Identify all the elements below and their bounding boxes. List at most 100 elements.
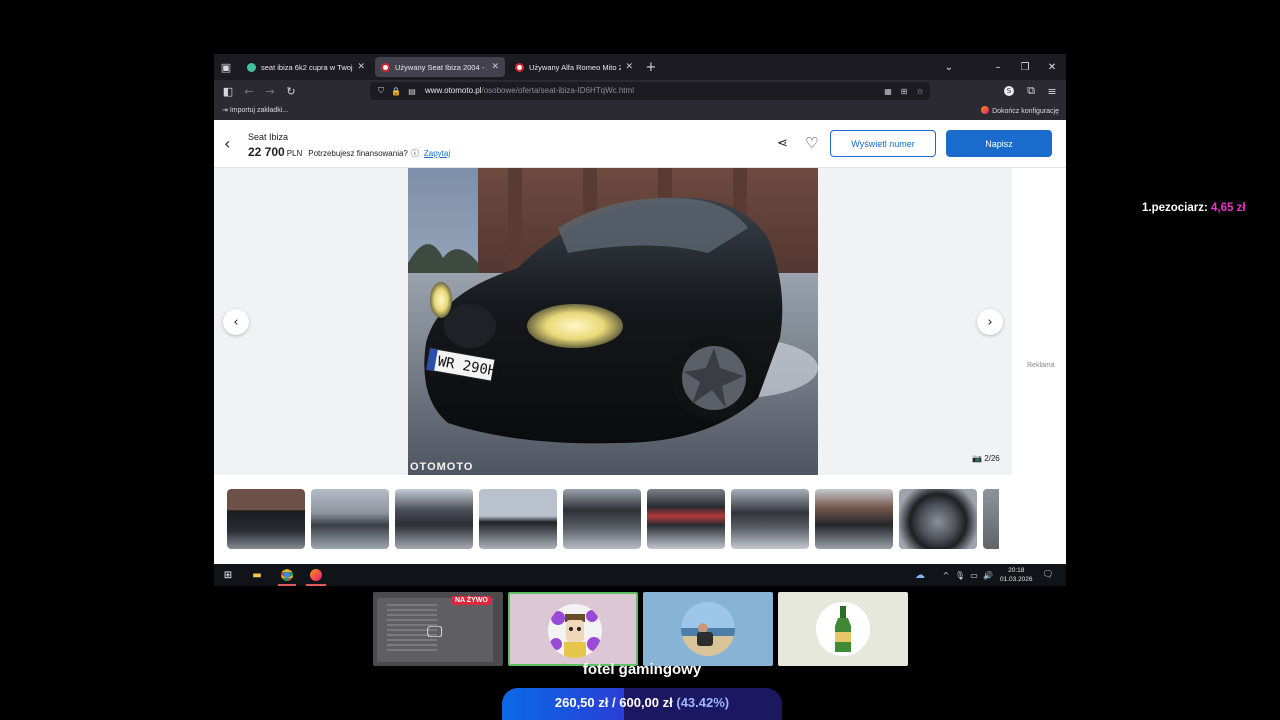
thumbnail[interactable] — [563, 489, 641, 549]
car-photo[interactable]: WR 290HV — [408, 168, 818, 475]
tab-alfa-romeo[interactable]: Używany Alfa Romeo Mito 2008 ✕ — [509, 57, 639, 77]
menu-hamburger-icon[interactable]: ≡ — [1044, 83, 1060, 99]
price-value: 22 700 — [248, 145, 285, 159]
info-icon[interactable]: ⓘ — [411, 149, 419, 158]
extensions-icon[interactable]: ⧉ — [1023, 83, 1039, 99]
shield-icon[interactable]: ⛉ — [375, 85, 387, 97]
browser-window: ▣ seat ibiza 6k2 cupra w Twojej ok ✕ Uży… — [214, 54, 1066, 564]
screen-share-tile: 🖵 NA ŻYWO — [373, 592, 503, 666]
thumbnail[interactable] — [899, 489, 977, 549]
firefox-taskbar-icon[interactable] — [308, 567, 324, 583]
participant-photo-tile — [643, 592, 773, 666]
financing-question: Potrzebujesz finansowania? — [308, 149, 408, 158]
thumbnail[interactable] — [227, 489, 307, 549]
weather-cloud-icon[interactable]: ☁ — [912, 567, 928, 583]
reader-view-icon[interactable]: ▦ — [882, 85, 894, 97]
listing-header: ‹ Seat Ibiza 22 700 PLN Potrzebujesz finan… — [214, 120, 1066, 168]
ad-label: Reklama — [1027, 362, 1055, 369]
thumbnail[interactable] — [479, 489, 557, 549]
tab-seat-search[interactable]: seat ibiza 6k2 cupra w Twojej ok ✕ — [241, 57, 371, 77]
thumbnail[interactable] — [311, 489, 389, 549]
ask-financing-link[interactable]: Zapytaj — [424, 149, 450, 158]
monitor-icon: 🖵 — [427, 622, 443, 641]
url-text[interactable]: www.otomoto.pl/osobowe/oferta/seat-ibiza… — [425, 86, 634, 95]
tab-title: Używany Alfa Romeo Mito 2008 — [529, 62, 622, 72]
restore-icon[interactable]: ❐ — [1016, 58, 1034, 76]
close-icon[interactable]: ✕ — [357, 62, 365, 72]
notifications-icon[interactable]: 🗨 — [1040, 567, 1056, 583]
file-explorer-icon[interactable]: ▬ — [249, 567, 265, 583]
active-app-indicator — [306, 584, 326, 586]
clock-time: 20:18 — [1008, 567, 1025, 574]
reload-icon[interactable]: ↻ — [283, 83, 299, 99]
windows-taskbar: ⊞ ▬ ☁ ^ 🎙 ▭ 🔊 20:18 01.03.2026 🗨 — [214, 564, 1066, 586]
live-badge: NA ŻYWO — [452, 596, 491, 605]
gallery-next-chevron-icon[interactable]: › — [977, 309, 1003, 335]
gallery-prev-chevron-icon[interactable]: ‹ — [223, 309, 249, 335]
new-tab-button[interactable]: + — [643, 59, 659, 75]
camera-icon: 📷 — [972, 454, 985, 463]
donor-amount: 4,65 zł — [1211, 202, 1246, 214]
beach-photo-avatar — [681, 602, 735, 656]
heart-icon[interactable]: ♡ — [805, 134, 818, 152]
otomoto-favicon — [515, 62, 524, 72]
photo-counter: 📷 2/26 — [972, 454, 1000, 463]
goal-current: 260,50 zł — [554, 695, 609, 710]
import-icon: ⇥ — [222, 107, 230, 114]
participant-beer-tile — [778, 592, 908, 666]
bookmark-star-icon[interactable]: ☆ — [914, 85, 926, 97]
account-icon[interactable]: S — [1001, 83, 1017, 99]
thumbnail-strip — [227, 489, 999, 549]
share-icon[interactable]: ⋖ — [777, 136, 788, 151]
close-icon[interactable]: ✕ — [625, 62, 633, 72]
lock-icon[interactable]: 🔒 — [390, 85, 402, 97]
donation-goal-text: 260,50 zł / 600,00 zł (43.42%) — [502, 695, 782, 710]
otomoto-watermark: OTOMOTO — [410, 461, 474, 473]
permissions-icon[interactable]: ▤ — [406, 85, 418, 97]
donation-goal-bar: 260,50 zł / 600,00 zł (43.42%) — [502, 688, 782, 720]
window-close-icon[interactable]: ✕ — [1043, 58, 1061, 76]
thumbnail[interactable] — [983, 489, 999, 549]
write-message-button[interactable]: Napisz — [946, 130, 1052, 157]
url-domain: www.otomoto.pl — [425, 86, 482, 95]
list-tabs-chevron-icon[interactable]: ⌄ — [940, 58, 958, 76]
price-row: 22 700 PLN Potrzebujesz finansowania? ⓘ Zapy… — [248, 145, 450, 159]
thumbnail[interactable] — [731, 489, 809, 549]
tab-favicon — [247, 62, 256, 72]
url-bar[interactable]: ⛉ 🔒 ▤ www.otomoto.pl/osobowe/oferta/seat… — [370, 82, 930, 100]
volume-icon[interactable]: 🔊 — [980, 567, 996, 583]
listing-title: Seat Ibiza — [248, 132, 289, 142]
photo-gallery: WR 290HV OTOMOTO ‹ › 📷 2/26 — [214, 168, 1012, 475]
forward-icon[interactable]: → — [262, 83, 278, 99]
tab-seat-ibiza[interactable]: Używany Seat Ibiza 2004 - 22 700 ✕ — [375, 57, 505, 77]
goal-percent: (43.42%) — [676, 695, 730, 710]
minimize-icon[interactable]: – — [989, 58, 1007, 76]
donor-name: pezociarz: — [1151, 202, 1208, 214]
back-icon[interactable]: ← — [241, 83, 257, 99]
thumbnail[interactable] — [395, 489, 473, 549]
participant-avatar-tile — [508, 592, 638, 666]
sidebar-icon[interactable]: ◧ — [220, 83, 236, 99]
chrome-icon[interactable] — [279, 567, 295, 583]
thumbnail[interactable] — [647, 489, 725, 549]
bookmarks-toolbar: ⇥ Importuj zakładki... Dokończ konfigura… — [214, 102, 1066, 120]
windows-start-icon[interactable]: ⊞ — [220, 567, 236, 583]
import-bookmarks-link[interactable]: ⇥ Importuj zakładki... — [222, 106, 288, 114]
translate-icon[interactable]: ⊞ — [898, 85, 910, 97]
thumbnail[interactable] — [815, 489, 893, 549]
clock-date: 01.03.2026 — [1000, 576, 1033, 583]
beer-bottle-avatar — [816, 602, 870, 656]
taskbar-clock[interactable]: 20:18 01.03.2026 — [1000, 566, 1033, 584]
active-app-indicator — [278, 584, 296, 586]
donation-goal-name: fotel gamingowy — [582, 661, 702, 678]
tab-title: Używany Seat Ibiza 2004 - 22 700 — [395, 62, 487, 72]
finish-configuration-link[interactable]: Dokończ konfigurację — [981, 106, 1059, 115]
back-arrow-icon[interactable]: ‹ — [224, 134, 230, 153]
tab-overview-icon[interactable]: ▣ — [218, 59, 234, 75]
listing-page: ‹ Seat Ibiza 22 700 PLN Potrzebujesz finan… — [214, 120, 1066, 564]
tab-strip: ▣ seat ibiza 6k2 cupra w Twojej ok ✕ Uży… — [214, 54, 1066, 80]
close-icon[interactable]: ✕ — [491, 62, 499, 72]
navigation-toolbar: ◧ ← → ↻ ⛉ 🔒 ▤ www.otomoto.pl/osobowe/ofe… — [214, 80, 1066, 102]
screen-preview: 🖵 — [377, 598, 493, 662]
show-number-button[interactable]: Wyświetl numer — [830, 130, 936, 157]
